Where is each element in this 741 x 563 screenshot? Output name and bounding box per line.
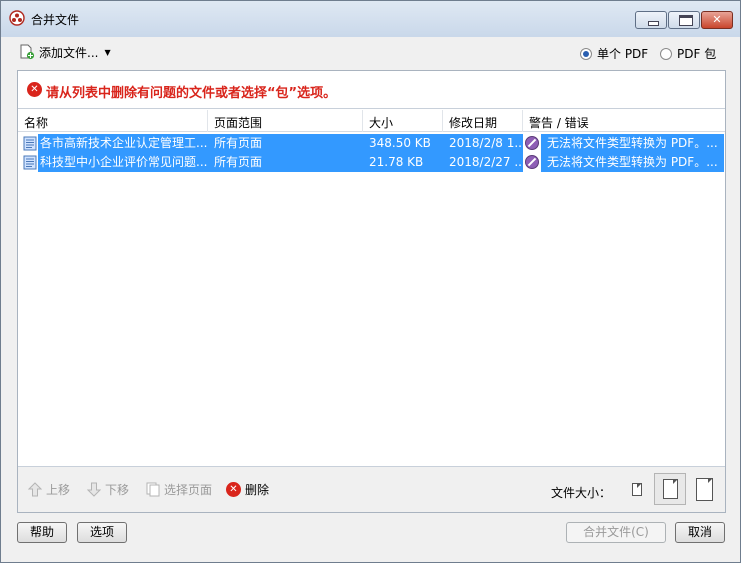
maximize-button[interactable] <box>668 11 700 29</box>
file-icon <box>23 136 37 151</box>
column-header-warning[interactable]: 警告 / 错误 <box>529 114 589 131</box>
pdf-package-label: PDF 包 <box>677 47 717 61</box>
minimize-button[interactable] <box>635 11 667 29</box>
move-up-label: 上移 <box>46 483 71 497</box>
warning-text: 无法将文件类型转换为 PDF。... <box>541 134 724 153</box>
column-divider[interactable] <box>362 110 363 132</box>
choose-pages-label: 选择页面 <box>164 483 213 497</box>
merge-files-button[interactable]: 合并文件(C) <box>566 522 666 543</box>
error-banner: ✕ 请从列表中删除有问题的文件或者选择“包”选项。 <box>18 71 725 109</box>
move-up-button[interactable]: 上移 <box>28 481 70 498</box>
file-size: 21.78 KB <box>363 153 443 172</box>
arrow-up-icon <box>28 482 42 497</box>
cancel-button[interactable]: 取消 <box>675 522 725 543</box>
column-header-page-range[interactable]: 页面范围 <box>214 114 262 131</box>
delete-label: 删除 <box>245 483 270 497</box>
single-pdf-label: 单个 PDF <box>597 47 649 61</box>
add-file-icon <box>20 44 35 60</box>
file-name: 科技型中小企业评价常见问题... <box>38 153 208 172</box>
pages-icon <box>146 482 160 497</box>
small-size-button[interactable] <box>621 473 653 505</box>
error-icon: ✕ <box>27 82 42 97</box>
file-icon <box>23 155 37 170</box>
error-message: 请从列表中删除有问题的文件或者选择“包”选项。 <box>46 86 337 101</box>
single-pdf-option[interactable]: 单个 PDF <box>580 45 648 62</box>
pdf-package-option[interactable]: PDF 包 <box>660 45 716 62</box>
column-header-name[interactable]: 名称 <box>24 114 48 131</box>
column-divider[interactable] <box>442 110 443 132</box>
column-divider[interactable] <box>207 110 208 132</box>
column-divider[interactable] <box>522 110 523 132</box>
file-size-label: 文件大小： <box>551 486 612 500</box>
table-row[interactable]: 科技型中小企业评价常见问题... 所有页面 21.78 KB 2018/2/27… <box>18 153 725 172</box>
modified-date: 2018/2/8 1... <box>443 134 523 153</box>
table-row[interactable]: 各市高新技术企业认定管理工... 所有页面 348.50 KB 2018/2/8… <box>18 134 725 153</box>
page-range: 所有页面 <box>208 134 363 153</box>
warning-text: 无法将文件类型转换为 PDF。... <box>541 153 724 172</box>
medium-page-icon <box>662 479 678 499</box>
large-page-icon <box>695 477 713 501</box>
delete-button[interactable]: ✕ 删除 <box>226 481 269 498</box>
move-down-button[interactable]: 下移 <box>87 481 129 498</box>
small-page-icon <box>632 482 642 496</box>
file-name: 各市高新技术企业认定管理工... <box>38 134 208 153</box>
column-header-size[interactable]: 大小 <box>369 114 393 131</box>
modified-date: 2018/2/27 ... <box>443 153 523 172</box>
close-icon: ✕ <box>712 13 722 26</box>
add-files-label: 添加文件... <box>39 45 99 60</box>
acrobat-icon <box>9 10 25 26</box>
choose-pages-button[interactable]: 选择页面 <box>146 481 212 498</box>
options-button[interactable]: 选项 <box>77 522 127 543</box>
chevron-down-icon: ▼ <box>104 47 111 57</box>
move-down-label: 下移 <box>105 483 130 497</box>
warning-icon <box>525 136 539 150</box>
pdf-package-radio[interactable] <box>660 47 672 60</box>
delete-icon: ✕ <box>226 482 241 497</box>
warning-icon <box>525 155 539 169</box>
title-bar[interactable]: 合并文件 ✕ <box>1 1 740 37</box>
single-pdf-radio[interactable] <box>580 47 592 60</box>
medium-size-button[interactable] <box>654 473 686 505</box>
column-header-modified[interactable]: 修改日期 <box>449 114 497 131</box>
table-header: 名称 页面范围 大小 修改日期 警告 / 错误 <box>18 110 725 132</box>
list-toolbar: 上移 下移 选择页面 ✕ 删除 文件大小： <box>18 466 725 512</box>
merge-files-dialog: 合并文件 ✕ 添加文件... ▼ 单个 PDF PDF 包 ✕ 请从列表中删除有… <box>0 0 741 563</box>
file-size: 348.50 KB <box>363 134 443 153</box>
file-list-panel: ✕ 请从列表中删除有问题的文件或者选择“包”选项。 名称 页面范围 大小 修改日… <box>17 70 726 513</box>
large-size-button[interactable] <box>688 473 720 505</box>
close-button[interactable]: ✕ <box>701 11 733 29</box>
page-range: 所有页面 <box>208 153 363 172</box>
add-files-button[interactable]: 添加文件... ▼ <box>19 42 111 62</box>
window-title: 合并文件 <box>31 13 80 27</box>
help-button[interactable]: 帮助 <box>17 522 67 543</box>
arrow-down-icon <box>87 482 101 497</box>
top-toolbar: 添加文件... ▼ 单个 PDF PDF 包 <box>1 37 740 69</box>
